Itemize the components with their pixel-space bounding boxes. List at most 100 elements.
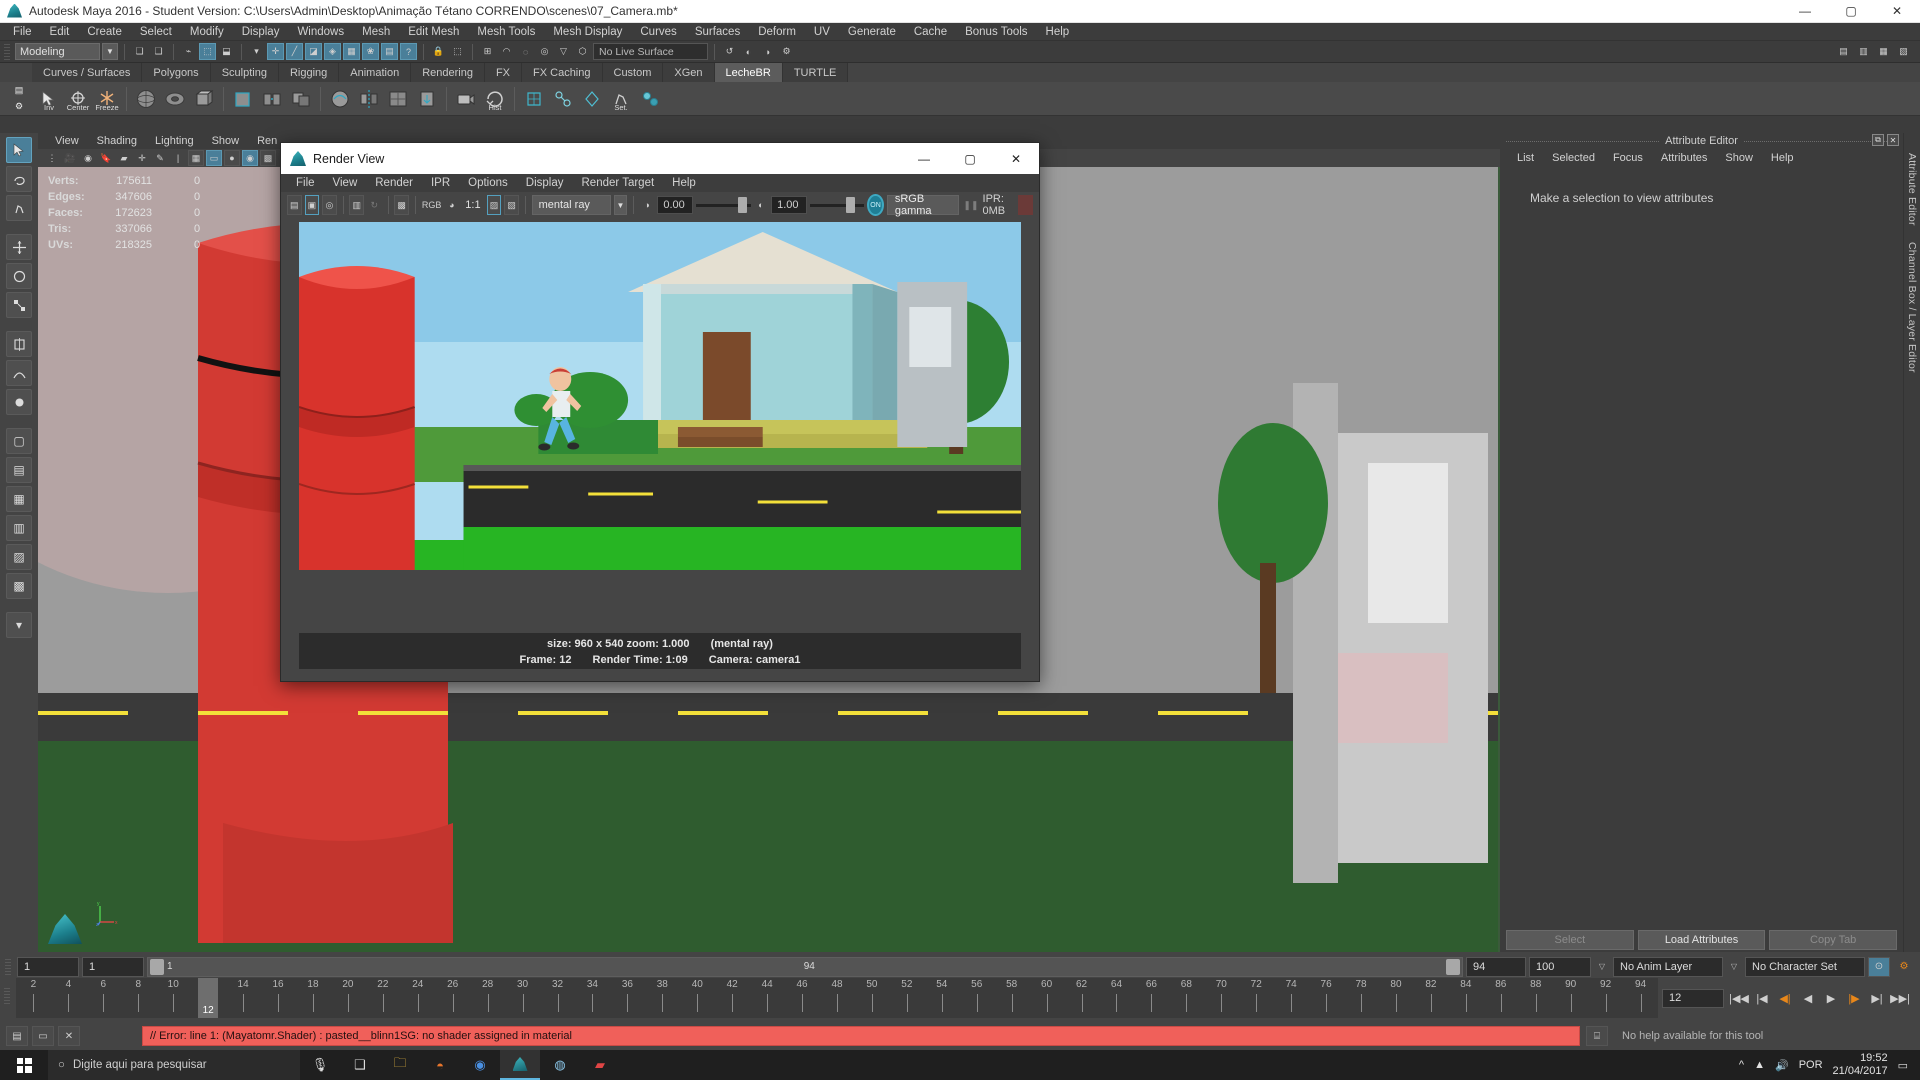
shelf-tab-xgen[interactable]: XGen [663, 63, 715, 82]
menu-bonus-tools[interactable]: Bonus Tools [956, 23, 1036, 41]
shelf-tab-custom[interactable]: Custom [602, 63, 664, 82]
rv-menu-view[interactable]: View [324, 177, 367, 189]
ipr-stop-icon[interactable] [1018, 195, 1033, 215]
paint-select-tool-icon[interactable] [6, 195, 32, 221]
ae-menu-selected[interactable]: Selected [1543, 152, 1604, 164]
mel-python-toggle-icon[interactable]: ▤ [6, 1026, 28, 1046]
freeze-transform-shelf-icon[interactable]: Freeze [94, 86, 120, 112]
shelf-tab-curves-surfaces[interactable]: Curves / Surfaces [32, 63, 143, 82]
pause-ipr-icon[interactable]: ❚❚ [962, 195, 979, 215]
menu-select[interactable]: Select [131, 23, 181, 41]
rv-menu-ipr[interactable]: IPR [422, 177, 459, 189]
scale-tool-icon[interactable] [6, 292, 32, 318]
cortana-mic-icon[interactable]: 🎙 [300, 1050, 340, 1080]
shelf-tab-turtle[interactable]: TURTLE [782, 63, 849, 82]
move-tool-icon[interactable] [6, 234, 32, 260]
camera-shelf-icon[interactable] [453, 86, 479, 112]
polygon-extrude-shelf-icon[interactable] [191, 86, 217, 112]
auto-key-icon[interactable]: ⊙ [1868, 956, 1890, 977]
render-view-maximize-button[interactable]: ▢ [947, 143, 993, 174]
deform-lattice-shelf-icon[interactable] [521, 86, 547, 112]
shelf-tab-fx-caching[interactable]: FX Caching [522, 63, 603, 82]
range-slider-grip[interactable] [5, 958, 11, 975]
viewport-menu-lighting[interactable]: Lighting [146, 135, 203, 147]
render-region-icon[interactable]: ▣ [304, 195, 320, 215]
layout-graph-editor-icon[interactable]: ▩ [6, 573, 32, 599]
skin-bind-shelf-icon[interactable] [550, 86, 576, 112]
go-to-start-button[interactable]: |◀◀ [1729, 988, 1749, 1008]
menu-surfaces[interactable]: Surfaces [686, 23, 749, 41]
layout-four-pane-icon[interactable]: ▦ [6, 486, 32, 512]
bevel-shelf-icon[interactable] [230, 86, 256, 112]
history-icon[interactable]: ↺ [721, 43, 738, 60]
menu-modify[interactable]: Modify [181, 23, 233, 41]
new-scene-icon[interactable]: ❏ [131, 43, 148, 60]
select-component-icon[interactable]: ⬓ [218, 43, 235, 60]
menu-windows[interactable]: Windows [288, 23, 353, 41]
media-player-icon[interactable]: ▰ [580, 1050, 620, 1080]
grease-pencil-icon[interactable]: ✎ [152, 150, 168, 166]
cluster-shelf-icon[interactable] [579, 86, 605, 112]
gate-mask-icon[interactable]: ◉ [242, 150, 258, 166]
select-edge-icon[interactable]: ╱ [286, 43, 303, 60]
menu-mesh-display[interactable]: Mesh Display [544, 23, 631, 41]
window-minimize-button[interactable]: — [1782, 0, 1828, 23]
layout-persp-outliner-icon[interactable]: ▥ [6, 515, 32, 541]
panel-close-icon[interactable]: ✕ [1887, 134, 1899, 146]
grid-toggle-icon[interactable]: ▦ [188, 150, 204, 166]
camera-attributes-icon[interactable]: ◉ [80, 150, 96, 166]
photoshop-icon[interactable]: ◍ [540, 1050, 580, 1080]
universal-manip-tool-icon[interactable] [6, 331, 32, 357]
volume-icon[interactable]: 🔊 [1775, 1059, 1789, 1072]
render-icon[interactable]: ◐ [740, 43, 757, 60]
redo-previous-render-icon[interactable]: ▤ [287, 195, 302, 215]
remove-image-icon[interactable]: ▧ [504, 195, 519, 215]
highlight-selection-icon[interactable]: ⬚ [449, 43, 466, 60]
lasso-tool-icon[interactable] [6, 166, 32, 192]
live-surface-field[interactable]: No Live Surface [593, 43, 708, 60]
image-plane-icon[interactable]: ▰ [116, 150, 132, 166]
film-gate-icon[interactable]: ▭ [206, 150, 222, 166]
start-button[interactable] [0, 1050, 48, 1080]
menu-set-dropdown-arrow[interactable]: ▼ [102, 43, 118, 60]
shelf-tab-rigging[interactable]: Rigging [278, 63, 340, 82]
file-explorer-icon[interactable]: 🗀 [380, 1050, 420, 1080]
shelf-tab-animation[interactable]: Animation [339, 63, 412, 82]
ae-menu-focus[interactable]: Focus [1604, 152, 1652, 164]
notification-center-icon[interactable]: ▭ [1898, 1059, 1908, 1072]
menu-curves[interactable]: Curves [631, 23, 685, 41]
firefox-icon[interactable]: ◓ [420, 1050, 460, 1080]
snap-point-icon[interactable]: ◌ [517, 43, 534, 60]
layout-two-pane-icon[interactable]: ▤ [6, 457, 32, 483]
select-hull-icon[interactable]: ❀ [362, 43, 379, 60]
range-handle-left[interactable] [150, 958, 164, 975]
step-forward-frame-button[interactable]: ▶| [1867, 988, 1887, 1008]
next-key-button[interactable]: |▶ [1844, 988, 1864, 1008]
lock-selection-icon[interactable]: 🔒 [430, 43, 447, 60]
go-to-end-button[interactable]: ▶▶| [1890, 988, 1910, 1008]
keep-image-icon[interactable]: ▨ [486, 195, 502, 215]
gamma-icon[interactable]: ◐ [754, 195, 769, 215]
language-indicator[interactable]: POR [1799, 1059, 1823, 1071]
anim-start-field[interactable]: 94 [1466, 956, 1526, 977]
statusline-grip[interactable] [4, 43, 10, 60]
menu-display[interactable]: Display [233, 23, 289, 41]
time-slider-grip[interactable] [4, 988, 10, 1004]
show-hide-modeling-toolkit-icon[interactable]: ▤ [1835, 43, 1852, 60]
menu-file[interactable]: File [4, 23, 41, 41]
history-shelf-icon[interactable]: Hist [482, 86, 508, 112]
render-view-minimize-button[interactable]: — [901, 143, 947, 174]
rendered-image-canvas[interactable] [299, 222, 1021, 570]
snap-grid-icon[interactable]: ⊞ [479, 43, 496, 60]
taskbar-clock[interactable]: 19:52 21/04/2017 [1833, 1052, 1888, 1078]
show-hide-attribute-editor-icon[interactable]: ▥ [1855, 43, 1872, 60]
select-tool-icon[interactable] [6, 137, 32, 163]
shelf-tab-fx[interactable]: FX [484, 63, 523, 82]
rotate-tool-icon[interactable] [6, 263, 32, 289]
rv-menu-render[interactable]: Render [366, 177, 422, 189]
render-settings-icon[interactable]: ⚙ [778, 43, 795, 60]
viewport-menu-view[interactable]: View [46, 135, 88, 147]
menu-create[interactable]: Create [78, 23, 131, 41]
select-tool-shelf-icon[interactable]: Inv [36, 86, 62, 112]
soft-select-tool-icon[interactable] [6, 360, 32, 386]
